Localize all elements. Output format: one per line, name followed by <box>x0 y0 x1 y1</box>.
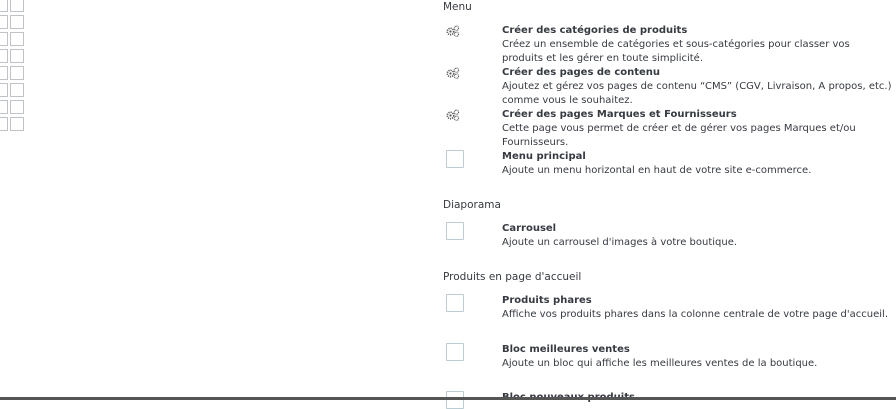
module-title: Créer des catégories de produits <box>502 25 688 36</box>
grid-row <box>0 0 30 15</box>
module-title: Créer des pages de contenu <box>502 67 661 78</box>
module-title: Menu principal <box>502 151 586 162</box>
module-checkbox[interactable] <box>446 222 464 240</box>
module-description: Ajoutez et gérez vos pages de contenu “C… <box>502 81 892 106</box>
grid-checkbox[interactable] <box>0 15 8 29</box>
grid-checkbox[interactable] <box>0 0 8 12</box>
gears-icon[interactable] <box>446 25 460 37</box>
module-description: Ajoute un menu horizontal en haut de vot… <box>502 165 812 176</box>
grid-checkbox[interactable] <box>10 0 24 12</box>
grid-checkbox[interactable] <box>0 66 8 80</box>
grid-checkbox[interactable] <box>0 100 8 114</box>
module-title: Créer des pages Marques et Fournisseurs <box>502 109 737 120</box>
module-checkbox[interactable] <box>446 391 464 409</box>
grid-checkbox[interactable] <box>0 49 8 63</box>
grid-checkbox[interactable] <box>10 15 24 29</box>
gears-icon[interactable] <box>446 67 460 79</box>
module-checkbox[interactable] <box>446 150 464 168</box>
grid-checkbox[interactable] <box>10 83 24 97</box>
grid-row <box>0 83 30 100</box>
grid-checkbox[interactable] <box>0 32 8 46</box>
grid-checkbox[interactable] <box>10 49 24 63</box>
module-checkbox[interactable] <box>446 343 464 361</box>
grid-checkbox[interactable] <box>10 66 24 80</box>
grid-checkbox[interactable] <box>10 100 24 114</box>
grid-row <box>0 117 30 134</box>
module-checkbox[interactable] <box>446 294 464 312</box>
section-title-produits: Produits en page d'accueil <box>443 271 582 283</box>
grid-row <box>0 49 30 66</box>
grid-checkbox[interactable] <box>10 32 24 46</box>
section-title-diaporama: Diaporama <box>443 199 501 211</box>
grid-row <box>0 15 30 32</box>
grid-checkbox[interactable] <box>0 117 8 131</box>
grid-checkbox[interactable] <box>0 83 8 97</box>
module-title: Bloc meilleures ventes <box>502 344 630 355</box>
grid-row <box>0 32 30 49</box>
grid-checkbox[interactable] <box>10 117 24 131</box>
grid-row <box>0 66 30 83</box>
grid-row <box>0 100 30 117</box>
module-description: Ajoute un bloc qui affiche les meilleure… <box>502 358 818 369</box>
module-description: Affiche vos produits phares dans la colo… <box>502 309 889 320</box>
module-title: Produits phares <box>502 295 592 306</box>
section-title-menu: Menu <box>443 1 472 13</box>
module-description: Créez un ensemble de catégories et sous-… <box>502 39 850 64</box>
module-description: Cette page vous permet de créer et de gé… <box>502 123 856 148</box>
module-title: Carrousel <box>502 223 557 234</box>
gears-icon[interactable] <box>446 109 460 121</box>
module-description: Ajoute un carrousel d'images à votre bou… <box>502 237 738 248</box>
left-checkbox-grid <box>0 0 30 134</box>
